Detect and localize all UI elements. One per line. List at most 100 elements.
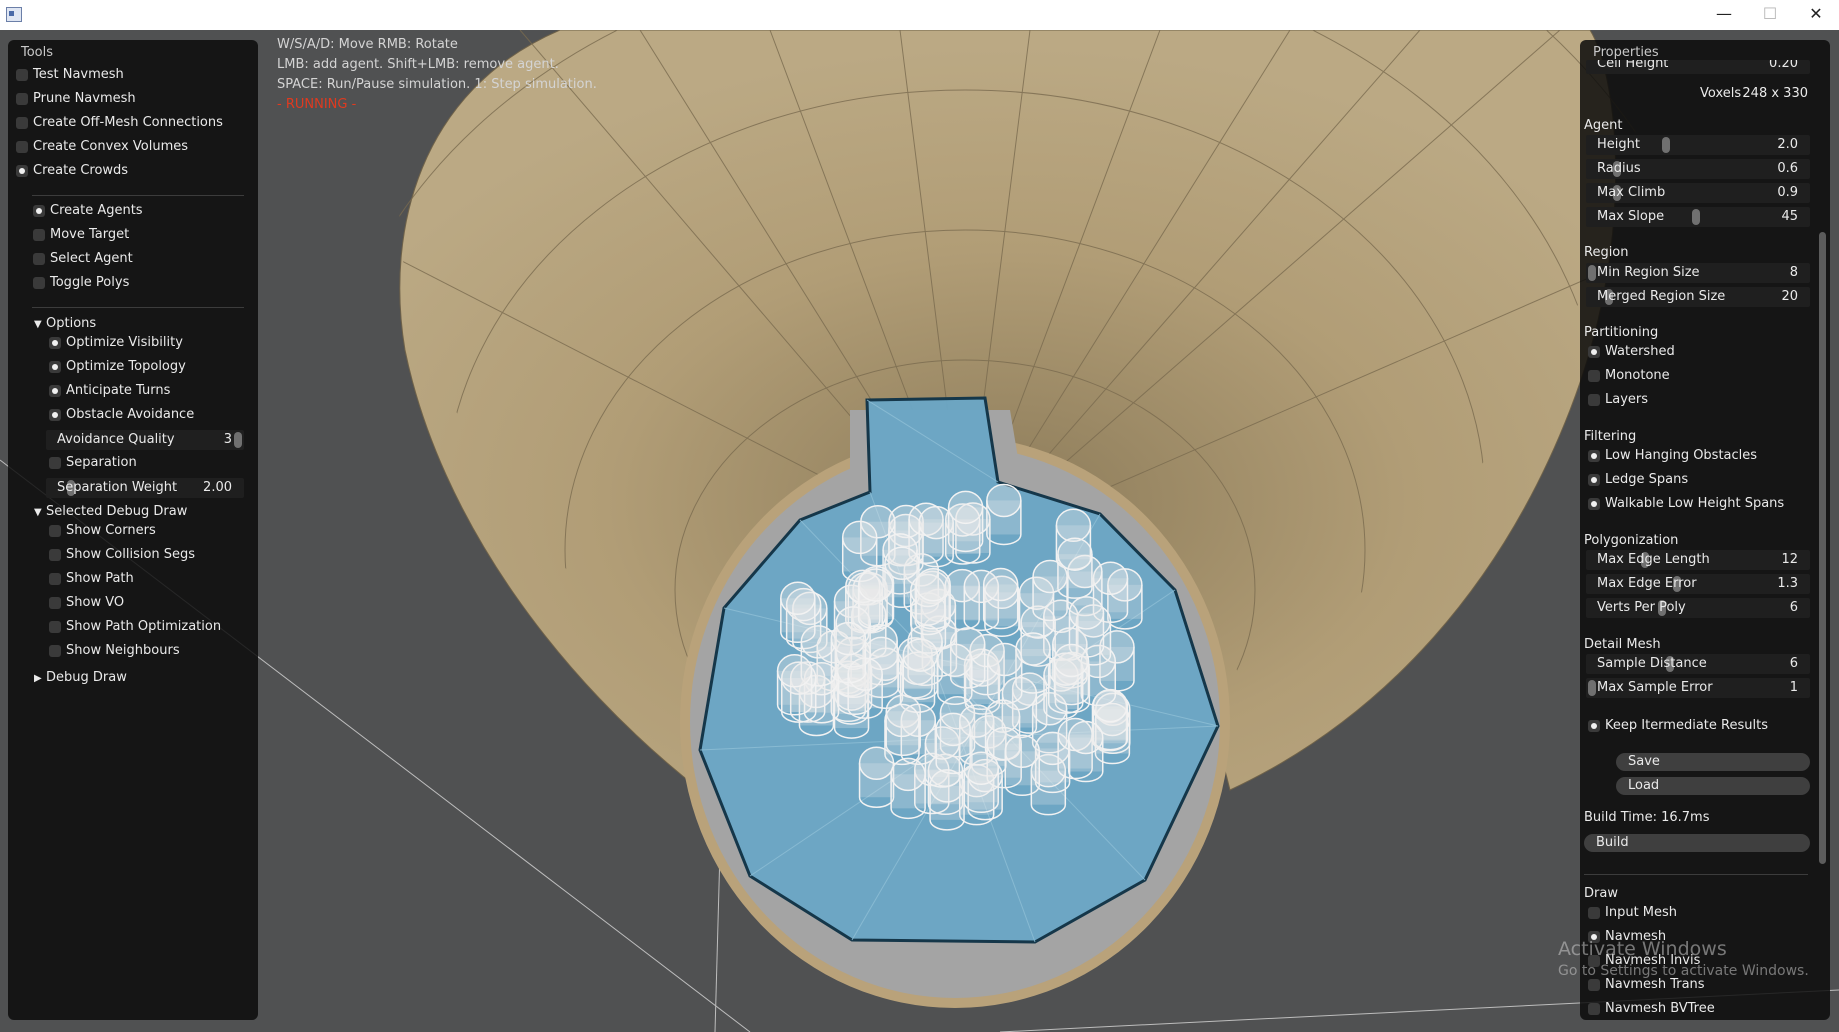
slider-label: Sample Distance [1597,656,1707,671]
slider-label: Radius [1597,161,1641,176]
agent-max-climb-slider[interactable]: Max Climb 0.9 [1586,183,1810,203]
save-label: Save [1628,754,1660,769]
slider-label: Height [1597,137,1640,152]
debug-header[interactable]: ▼ Selected Debug Draw [34,504,187,519]
options-header[interactable]: ▼ Options [34,316,96,331]
slider-thumb[interactable] [1662,137,1671,153]
mode-label: Toggle Polys [50,275,130,290]
properties-title: Properties [1593,45,1659,60]
voxels-value: 248 x 330 [1742,86,1808,101]
minimize-icon[interactable]: — [1701,0,1747,30]
verts-per-poly-slider[interactable]: Verts Per Poly 6 [1586,598,1810,618]
detail-mesh-header: Detail Mesh [1584,637,1661,652]
slider-label: Avoidance Quality [57,432,175,447]
slider-label: Cell Height [1597,60,1669,71]
filter-label: Walkable Low Height Spans [1605,496,1785,511]
checkbox-icon-checked [1588,450,1600,462]
maximize-icon[interactable]: ☐ [1747,0,1793,30]
checkbox-icon [49,457,61,469]
slider-value: 20 [1781,289,1798,304]
sample-distance-slider[interactable]: Sample Distance 6 [1586,654,1810,674]
close-icon[interactable]: ✕ [1793,0,1839,30]
radio-icon [16,93,28,105]
slider-value: 1 [1789,680,1798,695]
radio-icon [33,229,45,241]
debug-draw-header[interactable]: ▶ Debug Draw [34,670,127,685]
slider-value: 2.0 [1777,137,1798,152]
hint-sim: SPACE: Run/Pause simulation. 1: Step sim… [277,77,597,92]
debug-draw-label: Debug Draw [46,670,127,685]
checkbox-icon [49,525,61,537]
slider-value: 2.00 [203,480,232,495]
agent-height-slider[interactable]: Height 2.0 [1586,135,1810,155]
agent-radius-slider[interactable]: Radius 0.6 [1586,159,1810,179]
save-button[interactable]: Save [1616,753,1810,771]
checkbox-icon [49,621,61,633]
divider [32,307,244,308]
app-icon [6,7,22,22]
load-label: Load [1628,778,1660,793]
checkbox-icon-checked [1588,474,1600,486]
tools-title: Tools [21,45,54,60]
load-button[interactable]: Load [1616,777,1810,795]
debug-label: Show VO [66,595,125,610]
option-label: Anticipate Turns [66,383,171,398]
mode-label: Move Target [50,227,130,242]
max-edge-error-slider[interactable]: Max Edge Error 1.3 [1586,574,1810,594]
checkbox-icon-checked [49,337,61,349]
hint-move: W/S/A/D: Move RMB: Rotate [277,37,458,52]
slider-value: 0.6 [1777,161,1798,176]
option-label: Separation [66,455,137,470]
slider-label: Min Region Size [1597,265,1700,280]
slider-label: Verts Per Poly [1597,600,1686,615]
partitioning-header: Partitioning [1584,325,1659,340]
separation-weight-slider[interactable]: Separation Weight 2.00 [46,478,244,498]
max-sample-error-slider[interactable]: Max Sample Error 1 [1586,678,1810,698]
slider-label: Max Climb [1597,185,1666,200]
cell-height-slider[interactable]: Cell Height 0.20 [1586,60,1810,74]
checkbox-icon-checked [49,361,61,373]
radio-icon [1588,1003,1600,1015]
properties-scrollbar[interactable] [1819,232,1826,864]
avoidance-quality-slider[interactable]: Avoidance Quality 3 [46,430,244,450]
slider-thumb[interactable] [234,432,242,448]
option-label: Obstacle Avoidance [66,407,195,422]
agent-max-slope-slider[interactable]: Max Slope 45 [1586,207,1810,227]
tool-label: Create Off-Mesh Connections [33,115,223,130]
divider [1584,874,1808,875]
tool-label: Prune Navmesh [33,91,136,106]
min-region-size-slider[interactable]: Min Region Size 8 [1586,263,1810,283]
slider-thumb[interactable] [1588,265,1596,281]
checkbox-icon [49,549,61,561]
radio-icon [33,277,45,289]
tool-label: Test Navmesh [33,67,124,82]
radio-icon [16,141,28,153]
slider-label: Merged Region Size [1597,289,1726,304]
merged-region-size-slider[interactable]: Merged Region Size 20 [1586,287,1810,307]
checkbox-icon [49,645,61,657]
collapse-triangle-icon: ▼ [34,507,42,518]
slider-value: 0.20 [1769,60,1798,71]
build-button[interactable]: Build [1584,834,1810,852]
slider-label: Max Slope [1597,209,1665,224]
partition-label: Monotone [1605,368,1670,383]
checkbox-icon-checked [49,385,61,397]
max-edge-length-slider[interactable]: Max Edge Length 12 [1586,550,1810,570]
slider-thumb[interactable] [1691,209,1700,225]
filter-label: Low Hanging Obstacles [1605,448,1758,463]
activate-windows-subtitle: Go to Settings to activate Windows. [1558,963,1809,979]
slider-thumb[interactable] [1588,680,1596,696]
tools-panel: Tools Test Navmesh Prune Navmesh Create … [8,40,258,1020]
checkbox-icon-checked [1588,498,1600,510]
radio-icon-selected [33,205,45,217]
tool-label: Create Crowds [33,163,129,178]
collapse-triangle-icon: ▼ [34,319,42,330]
radio-icon [1588,394,1600,406]
region-header: Region [1584,245,1629,260]
divider [32,195,244,196]
checkbox-icon-checked [1588,720,1600,732]
debug-label: Show Corners [66,523,156,538]
option-label: Optimize Topology [66,359,186,374]
option-label: Optimize Visibility [66,335,183,350]
viewport-3d[interactable] [0,30,1839,1032]
